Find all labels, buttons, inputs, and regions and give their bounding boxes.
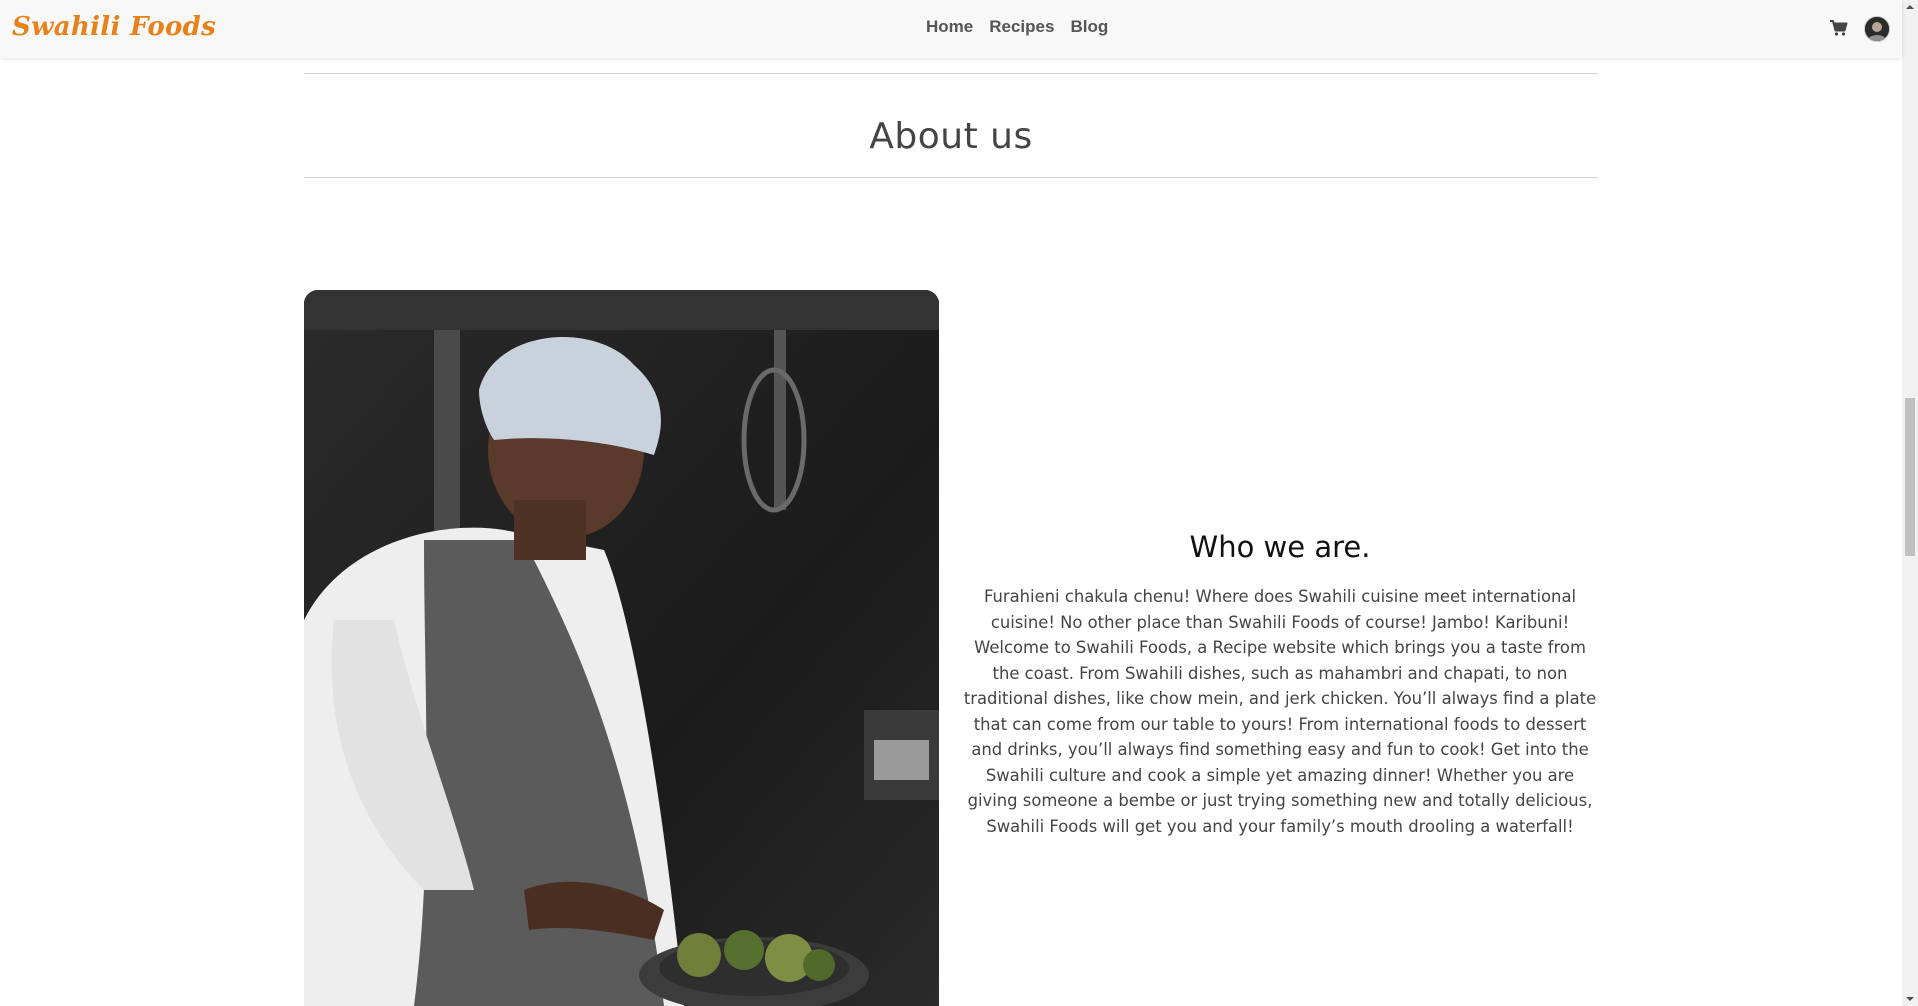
about-body-text: Furahieni chakula chenu! Where does Swah…	[963, 587, 1597, 836]
nav-link-blog[interactable]: Blog	[1070, 17, 1108, 37]
chef-photo	[304, 290, 939, 1006]
top-divider	[304, 73, 1598, 74]
scrollbar-thumb[interactable]	[1905, 398, 1915, 556]
scroll-up-arrow-icon[interactable]	[1905, 2, 1915, 12]
who-we-are-heading: Who we are.	[1189, 530, 1371, 564]
bottom-divider	[304, 177, 1598, 178]
about-title: About us	[869, 116, 1033, 157]
cart-icon[interactable]	[1829, 18, 1849, 38]
nav-link-recipes[interactable]: Recipes	[989, 17, 1054, 37]
navbar: Swahili Foods Home Recipes Blog	[0, 0, 1902, 58]
nav-link-home[interactable]: Home	[926, 17, 973, 37]
nav-links: Home Recipes Blog	[926, 17, 1108, 37]
brand-logo[interactable]: Swahili Foods	[12, 12, 216, 42]
user-avatar-icon[interactable]	[1864, 16, 1890, 42]
scroll-down-arrow-icon[interactable]	[1905, 994, 1915, 1004]
